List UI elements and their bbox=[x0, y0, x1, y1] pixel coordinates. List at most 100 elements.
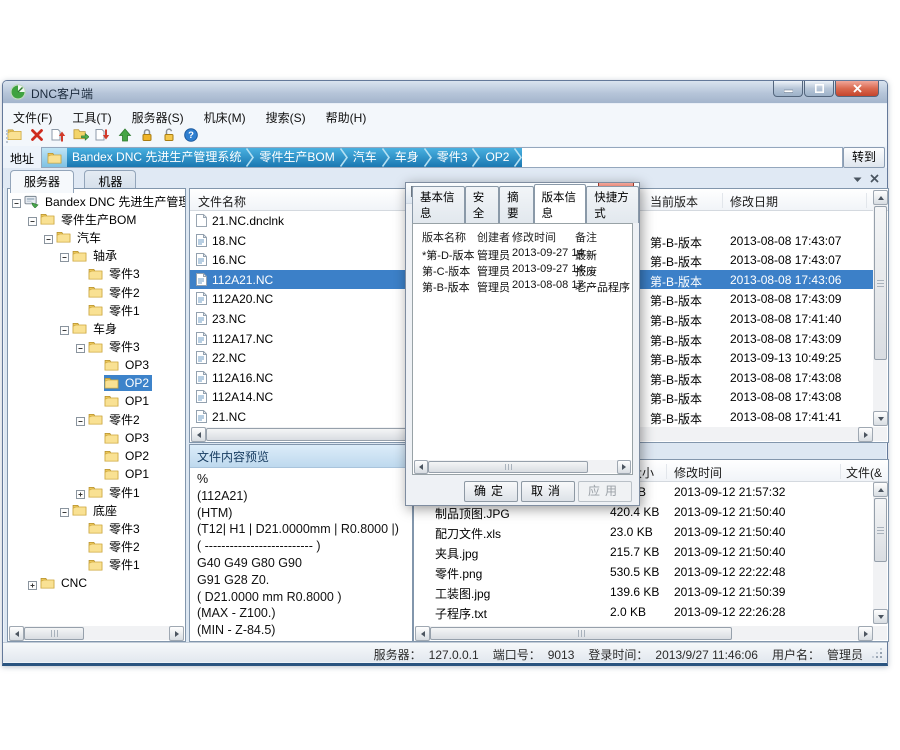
column-header-name[interactable]: 文件名称 bbox=[198, 193, 246, 210]
tree-item[interactable]: 汽车 bbox=[8, 228, 185, 246]
apply-button[interactable]: 应用 bbox=[578, 481, 632, 502]
dialog-tab[interactable]: 基本信息 bbox=[412, 186, 465, 223]
menu-item[interactable]: 文件(F) bbox=[3, 104, 62, 126]
scroll-right-button[interactable] bbox=[858, 626, 873, 641]
scroll-thumb[interactable] bbox=[874, 498, 887, 562]
tree-h-scrollbar[interactable] bbox=[9, 626, 184, 640]
download-file-icon[interactable] bbox=[92, 127, 113, 146]
version-row[interactable]: *第-D-版本管理员2013-09-27 14:...最新 bbox=[413, 247, 632, 263]
related-h-scrollbar[interactable] bbox=[415, 626, 873, 640]
tree-item[interactable]: 零件2 bbox=[8, 283, 185, 301]
panel-close-icon[interactable] bbox=[870, 172, 879, 186]
upload-file-icon[interactable] bbox=[48, 127, 69, 146]
breadcrumb-item[interactable]: 车身 bbox=[390, 148, 424, 167]
tree-item[interactable]: CNC bbox=[8, 574, 185, 592]
column-header-note[interactable]: 备注 bbox=[575, 229, 597, 245]
column-header-creator[interactable]: 创建者 bbox=[477, 229, 510, 245]
related-file-row[interactable]: 夹具.jpg215.7 KB2013-09-12 21:50:40 bbox=[414, 542, 872, 562]
tree-item[interactable]: 零件3 bbox=[8, 519, 185, 537]
column-header-date[interactable]: 修改日期 bbox=[730, 193, 778, 210]
tree-item[interactable]: 零件2 bbox=[8, 538, 185, 556]
dialog-h-scrollbar[interactable] bbox=[414, 460, 631, 473]
scroll-down-button[interactable] bbox=[873, 411, 888, 426]
title-bar[interactable]: DNC客户端 bbox=[3, 81, 887, 103]
tab-server[interactable]: 服务器 bbox=[10, 170, 74, 193]
tree-expander[interactable] bbox=[12, 197, 21, 206]
tree-expander[interactable] bbox=[76, 488, 85, 497]
menu-item[interactable]: 帮助(H) bbox=[316, 104, 377, 126]
lock-icon[interactable] bbox=[136, 127, 157, 146]
column-header-file[interactable]: 文件(& bbox=[846, 464, 882, 481]
scroll-thumb[interactable] bbox=[430, 627, 732, 640]
menu-item[interactable]: 工具(T) bbox=[62, 104, 121, 126]
tree-item[interactable]: OP3 bbox=[8, 428, 185, 446]
cancel-button[interactable]: 取消 bbox=[521, 481, 575, 502]
scroll-right-button[interactable] bbox=[169, 626, 184, 641]
tree-item[interactable]: 零件1 bbox=[8, 483, 185, 501]
scroll-left-button[interactable] bbox=[9, 626, 24, 641]
dialog-tab[interactable]: 安全 bbox=[465, 186, 499, 223]
tree-item[interactable]: 轴承 bbox=[8, 247, 185, 265]
tree-expander[interactable] bbox=[60, 324, 69, 333]
version-row[interactable]: 第-C-版本管理员2013-09-27 14:...报废 bbox=[413, 263, 632, 279]
column-header-version-name[interactable]: 版本名称 bbox=[422, 229, 466, 245]
tree-expander[interactable] bbox=[60, 251, 69, 260]
maximize-button[interactable] bbox=[804, 81, 834, 97]
breadcrumb-item[interactable]: 汽车 bbox=[348, 148, 382, 167]
scroll-thumb[interactable] bbox=[874, 206, 887, 360]
related-v-scrollbar[interactable] bbox=[873, 482, 887, 624]
related-file-row[interactable]: 零件.png530.5 KB2013-09-12 22:22:48 bbox=[414, 562, 872, 582]
tree-item[interactable]: OP1 bbox=[8, 465, 185, 483]
tree-item[interactable]: OP3 bbox=[8, 356, 185, 374]
tree-expander[interactable] bbox=[76, 415, 85, 424]
column-header-mtime[interactable]: 修改时间 bbox=[674, 464, 722, 481]
column-header-mtime[interactable]: 修改时间 bbox=[512, 229, 556, 245]
breadcrumb-item[interactable]: 零件3 bbox=[432, 148, 473, 167]
tree-expander[interactable] bbox=[28, 215, 37, 224]
up-arrow-icon[interactable] bbox=[114, 127, 135, 146]
dialog-tab[interactable]: 版本信息 bbox=[534, 184, 587, 223]
tree-expander[interactable] bbox=[28, 579, 37, 588]
dialog-tab[interactable]: 快捷方式 bbox=[586, 186, 639, 223]
scroll-left-button[interactable] bbox=[191, 427, 206, 442]
breadcrumb-item[interactable]: Bandex DNC 先进生产管理系统 bbox=[67, 148, 246, 167]
ok-button[interactable]: 确定 bbox=[464, 481, 518, 502]
tree-expander[interactable] bbox=[76, 342, 85, 351]
menu-item[interactable]: 服务器(S) bbox=[122, 104, 194, 126]
send-folder-icon[interactable] bbox=[70, 127, 91, 146]
tree-item[interactable]: 底座 bbox=[8, 501, 185, 519]
related-file-row[interactable]: 工装图.jpg139.6 KB2013-09-12 21:50:39 bbox=[414, 582, 872, 602]
tree-item[interactable]: 零件1 bbox=[8, 301, 185, 319]
tree-item[interactable]: Bandex DNC 先进生产管理系统 bbox=[8, 192, 185, 210]
help-icon[interactable]: ? bbox=[180, 127, 201, 146]
version-row[interactable]: 第-B-版本管理员2013-08-08 17:...老产品程序 bbox=[413, 279, 632, 295]
menu-item[interactable]: 搜索(S) bbox=[256, 104, 316, 126]
panel-collapse-icon[interactable] bbox=[853, 172, 862, 186]
tree-item[interactable]: 车身 bbox=[8, 319, 185, 337]
scroll-up-button[interactable] bbox=[873, 190, 888, 205]
tree-item[interactable]: 零件1 bbox=[8, 556, 185, 574]
breadcrumb-item[interactable]: OP2 bbox=[480, 148, 514, 167]
tree-item[interactable]: 零件生产BOM bbox=[8, 210, 185, 228]
go-button[interactable]: 转到 bbox=[843, 147, 885, 168]
tree-item[interactable]: OP2 bbox=[8, 447, 185, 465]
scroll-thumb[interactable] bbox=[24, 627, 84, 640]
tree-item[interactable]: 零件3 bbox=[8, 338, 185, 356]
scroll-left-button[interactable] bbox=[414, 460, 428, 474]
close-button[interactable] bbox=[835, 81, 879, 97]
scroll-right-button[interactable] bbox=[617, 460, 631, 474]
scroll-left-button[interactable] bbox=[415, 626, 430, 641]
tree-expander[interactable] bbox=[60, 506, 69, 515]
minimize-button[interactable] bbox=[773, 81, 803, 97]
address-box[interactable]: Bandex DNC 先进生产管理系统零件生产BOM汽车车身零件3OP2 bbox=[41, 147, 843, 168]
file-list-v-scrollbar[interactable] bbox=[873, 190, 887, 426]
scroll-right-button[interactable] bbox=[858, 427, 873, 442]
scroll-thumb[interactable] bbox=[428, 461, 588, 473]
resize-grip[interactable] bbox=[872, 648, 882, 658]
tree-item[interactable]: OP2 bbox=[8, 374, 185, 392]
toolbar-grip[interactable] bbox=[6, 130, 11, 143]
delete-icon[interactable] bbox=[26, 127, 47, 146]
related-file-row[interactable]: 配刀文件.xls23.0 KB2013-09-12 21:50:40 bbox=[414, 522, 872, 542]
tree-expander[interactable] bbox=[44, 233, 53, 242]
dialog-tab[interactable]: 摘要 bbox=[499, 186, 533, 223]
